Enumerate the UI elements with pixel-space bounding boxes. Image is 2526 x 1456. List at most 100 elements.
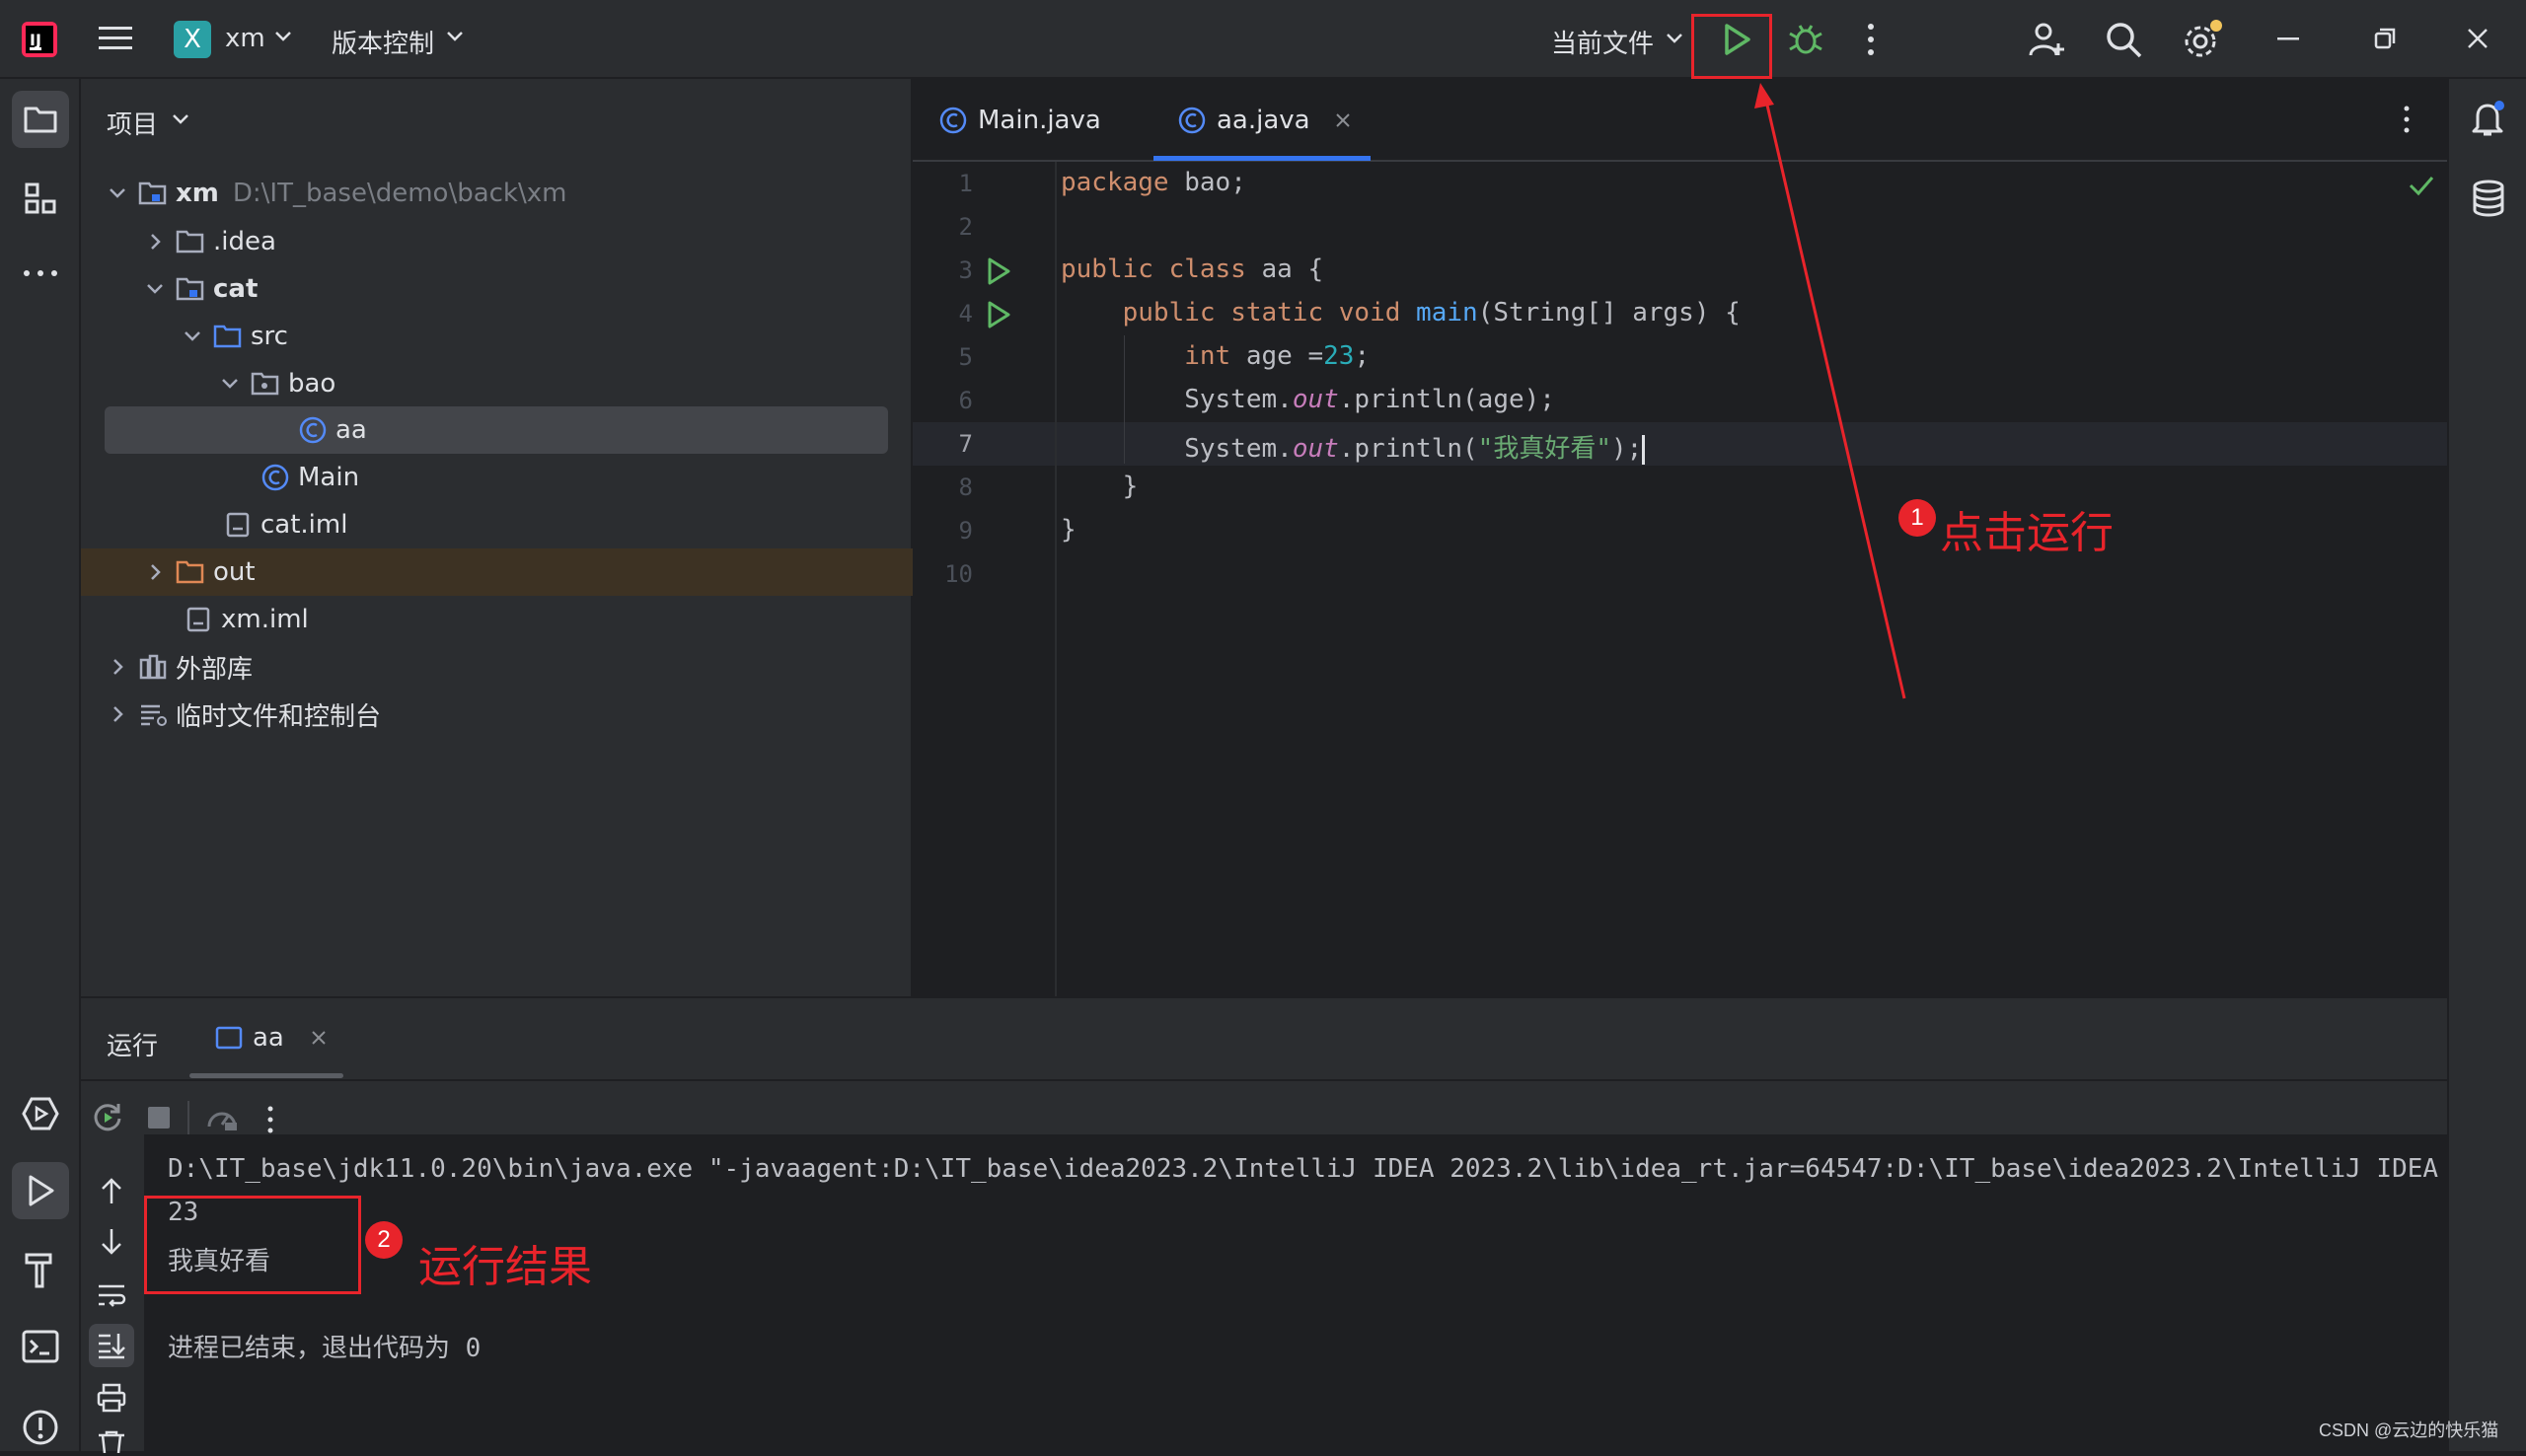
tree-item-label: cat <box>213 274 259 304</box>
line-number: 3 <box>958 256 973 284</box>
java-class-icon <box>1178 107 1206 134</box>
project-tool-button[interactable] <box>12 91 69 148</box>
scroll-up-icon[interactable] <box>99 1176 124 1205</box>
services-icon[interactable] <box>12 1085 69 1142</box>
tree-item-label: bao <box>288 369 336 399</box>
no-problems-check-icon[interactable] <box>2408 174 2435 197</box>
intellij-logo-icon[interactable]: IJ <box>20 20 59 59</box>
title-bar: IJ X xm 版本控制 当前文件 <box>0 0 2526 79</box>
tree-item-label: xm.iml <box>221 605 309 634</box>
chevron-right-icon[interactable] <box>142 559 168 585</box>
coverage-icon[interactable] <box>205 1103 239 1132</box>
vcs-menu[interactable]: 版本控制 <box>332 24 434 60</box>
annotation-step-badge: 1 <box>1898 499 1936 537</box>
gutter-run-icon[interactable] <box>985 256 1012 286</box>
more-tools-icon[interactable] <box>12 245 69 302</box>
chevron-right-icon[interactable] <box>105 654 130 680</box>
project-badge: X <box>174 21 211 58</box>
java-class-icon <box>299 416 327 444</box>
chevron-down-icon[interactable] <box>217 371 243 397</box>
annotation-label: 运行结果 <box>418 1242 592 1292</box>
notifications-bell-icon[interactable] <box>2460 91 2517 148</box>
terminal-icon[interactable] <box>12 1318 69 1375</box>
tab-label: Main.java <box>978 106 1101 135</box>
tree-item-cat-iml[interactable]: cat.iml <box>81 501 913 548</box>
gutter-separator <box>1055 162 1057 996</box>
tab-aa-java[interactable]: aa.java <box>1177 79 1352 162</box>
tree-item-aa[interactable]: aa <box>105 406 888 454</box>
tree-item-main[interactable]: Main <box>81 454 913 501</box>
stop-icon[interactable] <box>146 1105 172 1130</box>
tree-item-scratches[interactable]: 临时文件和控制台 <box>81 691 913 738</box>
editor-tab-bar: Main.java aa.java <box>913 79 2447 162</box>
scratches-icon <box>141 704 167 726</box>
minimize-icon[interactable] <box>2277 37 2299 41</box>
module-path: D:\IT_base\demo\back\xm <box>232 179 567 208</box>
debug-bug-icon[interactable] <box>1786 20 1825 59</box>
close-tab-icon[interactable] <box>1334 111 1352 129</box>
run-panel-title: 运行 <box>107 1032 159 1061</box>
project-panel-title[interactable]: 项目 <box>107 105 158 141</box>
chevron-right-icon[interactable] <box>142 229 168 255</box>
print-icon[interactable] <box>97 1383 126 1413</box>
chevron-down-icon[interactable] <box>180 324 205 349</box>
panel-divider <box>81 1079 2447 1081</box>
chevron-right-icon[interactable] <box>105 701 130 727</box>
right-tool-stripe <box>2447 79 2526 1451</box>
settings-gear-icon[interactable] <box>2181 18 2224 61</box>
run-tab-aa[interactable]: aa <box>215 1014 328 1061</box>
chevron-down-icon[interactable] <box>105 181 130 206</box>
tree-item-idea[interactable]: .idea <box>81 218 913 265</box>
tree-item-label: aa <box>335 415 367 445</box>
more-vertical-icon[interactable] <box>1863 22 1879 57</box>
tab-main-java[interactable]: Main.java <box>938 79 1101 162</box>
run-config-selector[interactable]: 当前文件 <box>1551 24 1654 60</box>
gutter-run-icon[interactable] <box>985 300 1012 329</box>
close-tab-icon[interactable] <box>310 1029 328 1047</box>
code-line: package bao; <box>1061 168 1246 197</box>
java-class-icon <box>939 107 967 134</box>
tree-item-bao[interactable]: bao <box>81 360 913 407</box>
tree-item-xm-iml[interactable]: xm.iml <box>81 596 913 643</box>
folder-icon <box>176 230 204 254</box>
problems-icon[interactable] <box>12 1399 69 1456</box>
chevron-down-icon[interactable] <box>172 112 189 126</box>
structure-tool-icon[interactable] <box>12 170 69 227</box>
tree-item-label: cat.iml <box>260 510 348 540</box>
tree-item-src[interactable]: src <box>81 313 913 360</box>
annotation-label: 点击运行 <box>1940 508 2114 558</box>
search-icon[interactable] <box>2104 20 2143 59</box>
scroll-down-icon[interactable] <box>99 1227 124 1257</box>
toolbar-separator <box>187 1101 189 1134</box>
output-highlight <box>144 1196 361 1294</box>
run-tab-indicator <box>189 1073 343 1078</box>
code-line: int age =23; <box>1184 341 1371 371</box>
tree-item-external-libraries[interactable]: 外部库 <box>81 643 913 691</box>
soft-wrap-icon[interactable] <box>97 1282 126 1310</box>
chevron-down-icon <box>1666 32 1683 45</box>
tree-item-cat[interactable]: cat <box>81 265 913 313</box>
tree-item-out[interactable]: out <box>81 548 913 596</box>
build-hammer-icon[interactable] <box>12 1241 69 1298</box>
editor-area[interactable] <box>913 79 2447 996</box>
clear-trash-icon[interactable] <box>97 1430 126 1453</box>
database-icon[interactable] <box>2460 170 2517 227</box>
more-vertical-icon[interactable] <box>2401 105 2413 134</box>
chevron-down-icon[interactable] <box>142 276 168 302</box>
tree-item-label: xm <box>176 179 219 208</box>
close-window-icon[interactable] <box>2467 28 2489 49</box>
more-vertical-icon[interactable] <box>264 1105 276 1134</box>
scroll-to-end-icon <box>99 1334 125 1359</box>
add-user-icon[interactable] <box>2027 20 2066 59</box>
svg-text:IJ: IJ <box>30 31 41 49</box>
code-line: } <box>1061 515 1077 545</box>
project-switcher[interactable]: xm <box>225 24 265 53</box>
tree-item-xm[interactable]: xm D:\IT_base\demo\back\xm <box>81 170 913 217</box>
code-line: } <box>1061 472 1139 501</box>
tree-item-label: Main <box>298 463 360 492</box>
main-menu-icon[interactable] <box>99 24 132 53</box>
restore-window-icon[interactable] <box>2374 28 2396 49</box>
scroll-to-end-button[interactable] <box>89 1324 134 1367</box>
rerun-icon[interactable] <box>91 1101 124 1134</box>
run-tool-button[interactable] <box>12 1162 69 1219</box>
